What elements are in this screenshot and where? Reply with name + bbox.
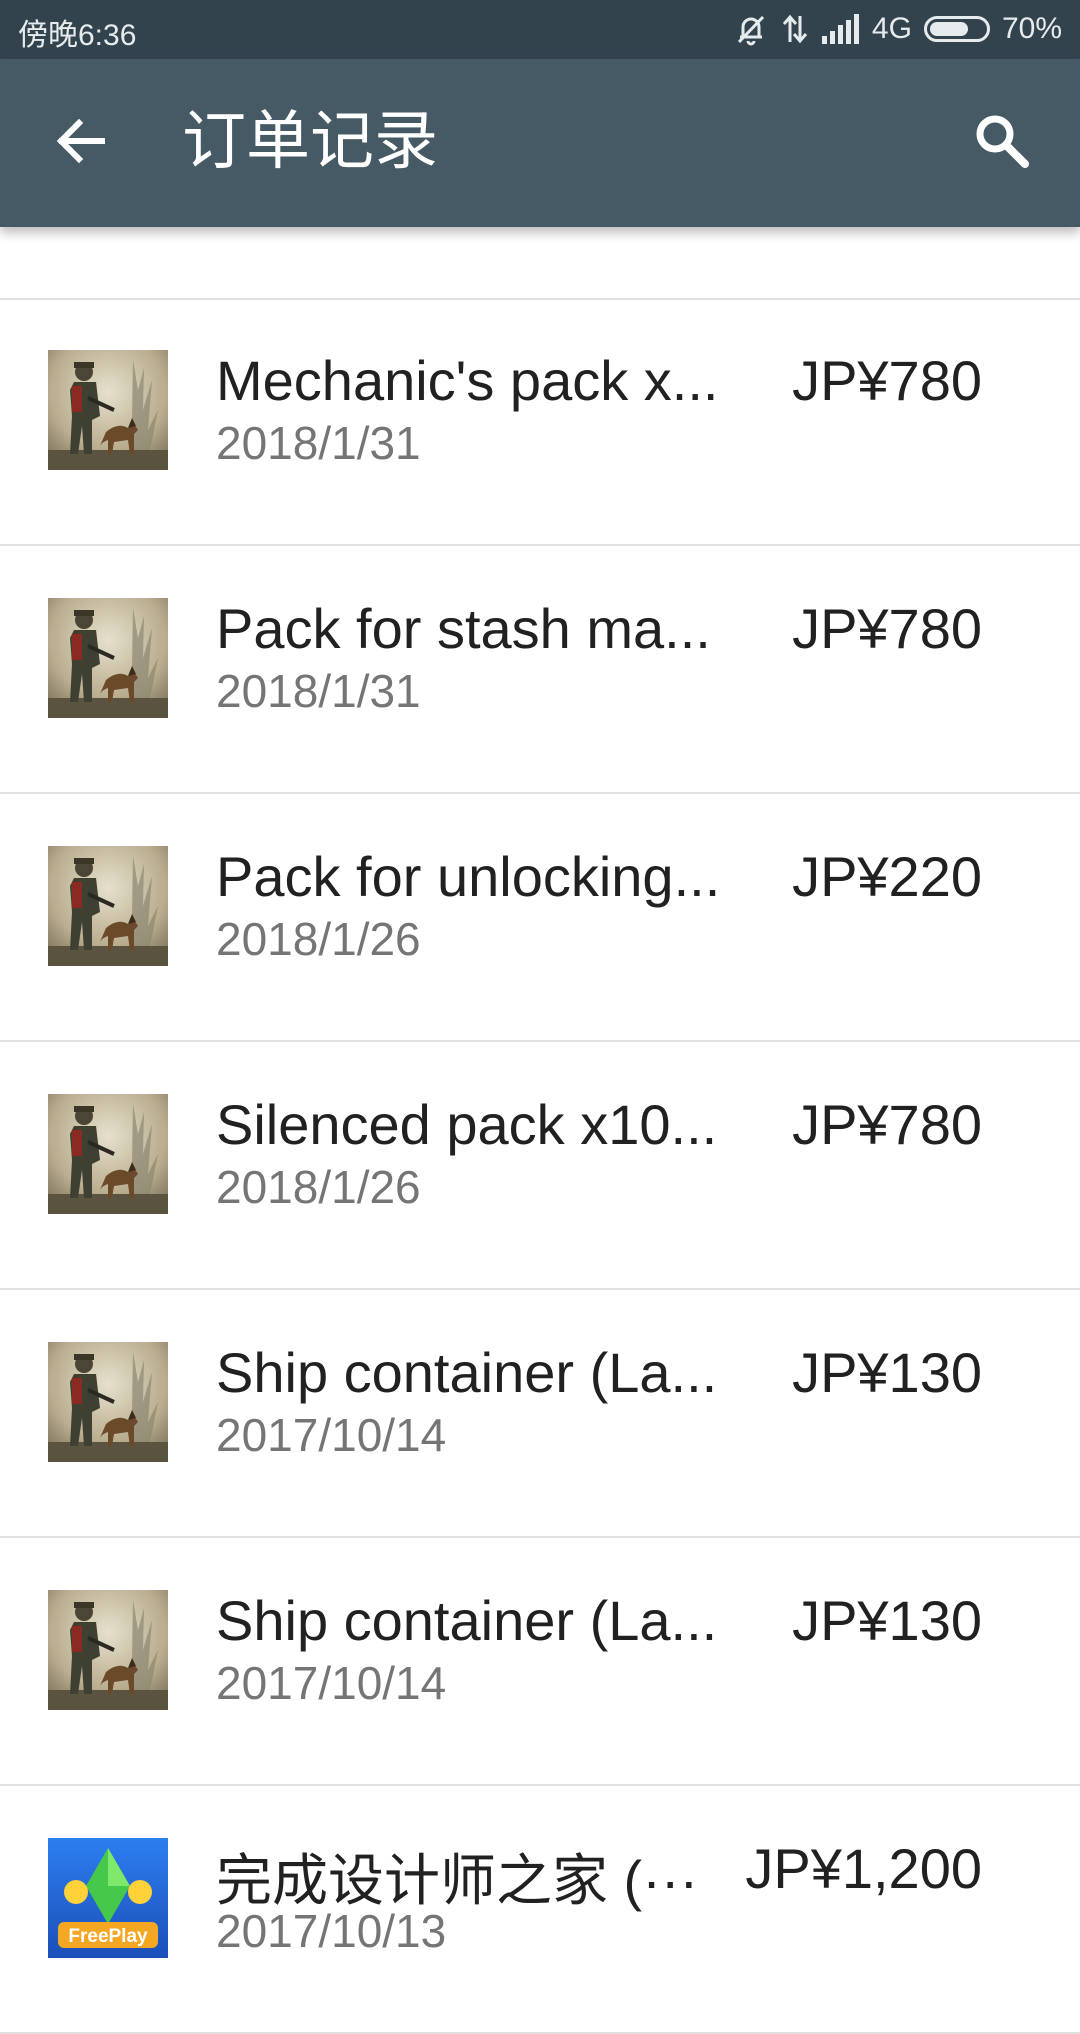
order-date: 2017/10/13 xyxy=(216,1905,447,1957)
signal-bars-icon xyxy=(821,14,860,44)
page-title: 订单记录 xyxy=(182,105,438,179)
app-bar: 订单记录 xyxy=(0,59,1080,227)
order-item-name: Ship container (La... xyxy=(216,1341,718,1404)
status-icons: 4G 70% xyxy=(734,8,1062,50)
order-item-name: Ship container (La... xyxy=(216,1589,718,1652)
order-item-name: Mechanic's pack x... xyxy=(216,349,719,412)
silent-bell-icon xyxy=(734,12,768,46)
app-icon xyxy=(48,598,168,718)
app-icon xyxy=(48,350,168,470)
order-price: JP¥130 xyxy=(792,1341,982,1404)
order-price: JP¥780 xyxy=(792,349,982,412)
order-date: 2017/10/14 xyxy=(216,1657,447,1709)
order-price: JP¥1,200 xyxy=(745,1837,982,1900)
svg-text:FreePlay: FreePlay xyxy=(68,1926,148,1947)
arrow-back-icon xyxy=(52,113,108,173)
order-date: 2018/1/26 xyxy=(216,913,421,965)
status-time: 傍晚6:36 xyxy=(18,19,137,52)
order-item-name: Pack for stash ma... xyxy=(216,597,711,660)
search-button[interactable] xyxy=(964,105,1040,181)
order-price: JP¥130 xyxy=(792,1589,982,1652)
app-icon xyxy=(48,1590,168,1710)
order-date: 2018/1/31 xyxy=(216,417,421,469)
order-date: 2018/1/31 xyxy=(216,665,421,717)
order-price: JP¥780 xyxy=(792,1093,982,1156)
app-icon: FreePlay xyxy=(48,1838,168,1958)
network-type: 4G xyxy=(871,12,912,45)
order-date: 2017/10/14 xyxy=(216,1409,447,1461)
order-price: JP¥220 xyxy=(792,845,982,908)
app-icon xyxy=(48,846,168,966)
battery-icon xyxy=(923,16,990,42)
search-icon xyxy=(973,112,1031,174)
status-bar: 傍晚6:36 4G 70% xyxy=(0,0,1080,59)
order-row[interactable]: Ship container (La... 2017/10/14 JP¥130 xyxy=(0,1290,1080,1538)
app-icon xyxy=(48,1094,168,1214)
order-date: 2018/1/26 xyxy=(216,1161,421,1213)
order-row[interactable]: Mechanic's pack x... 2018/1/31 JP¥780 xyxy=(0,298,1080,546)
order-list: Mechanic's pack x... 2018/1/31 JP¥780 Pack… xyxy=(0,298,1080,2034)
order-row[interactable]: Ship container (La... 2017/10/14 JP¥130 xyxy=(0,1538,1080,1786)
back-button[interactable] xyxy=(42,105,118,181)
order-item-name: Silenced pack x10... xyxy=(216,1093,718,1156)
order-row[interactable]: Silenced pack x10... 2018/1/26 JP¥780 xyxy=(0,1042,1080,1290)
order-row[interactable]: Pack for stash ma... 2018/1/31 JP¥780 xyxy=(0,546,1080,794)
order-row[interactable]: FreePlay 完成设计师之家 (··· 2017/10/13 JP¥1,200 xyxy=(0,1786,1080,2034)
order-row[interactable]: Pack for unlocking... 2018/1/26 JP¥220 xyxy=(0,794,1080,1042)
battery-percent: 70% xyxy=(1001,12,1062,45)
order-item-name: Pack for unlocking... xyxy=(216,845,721,908)
battery-level xyxy=(929,22,968,36)
data-arrows-icon xyxy=(780,12,810,46)
order-price: JP¥780 xyxy=(792,597,982,660)
app-icon xyxy=(48,1342,168,1462)
